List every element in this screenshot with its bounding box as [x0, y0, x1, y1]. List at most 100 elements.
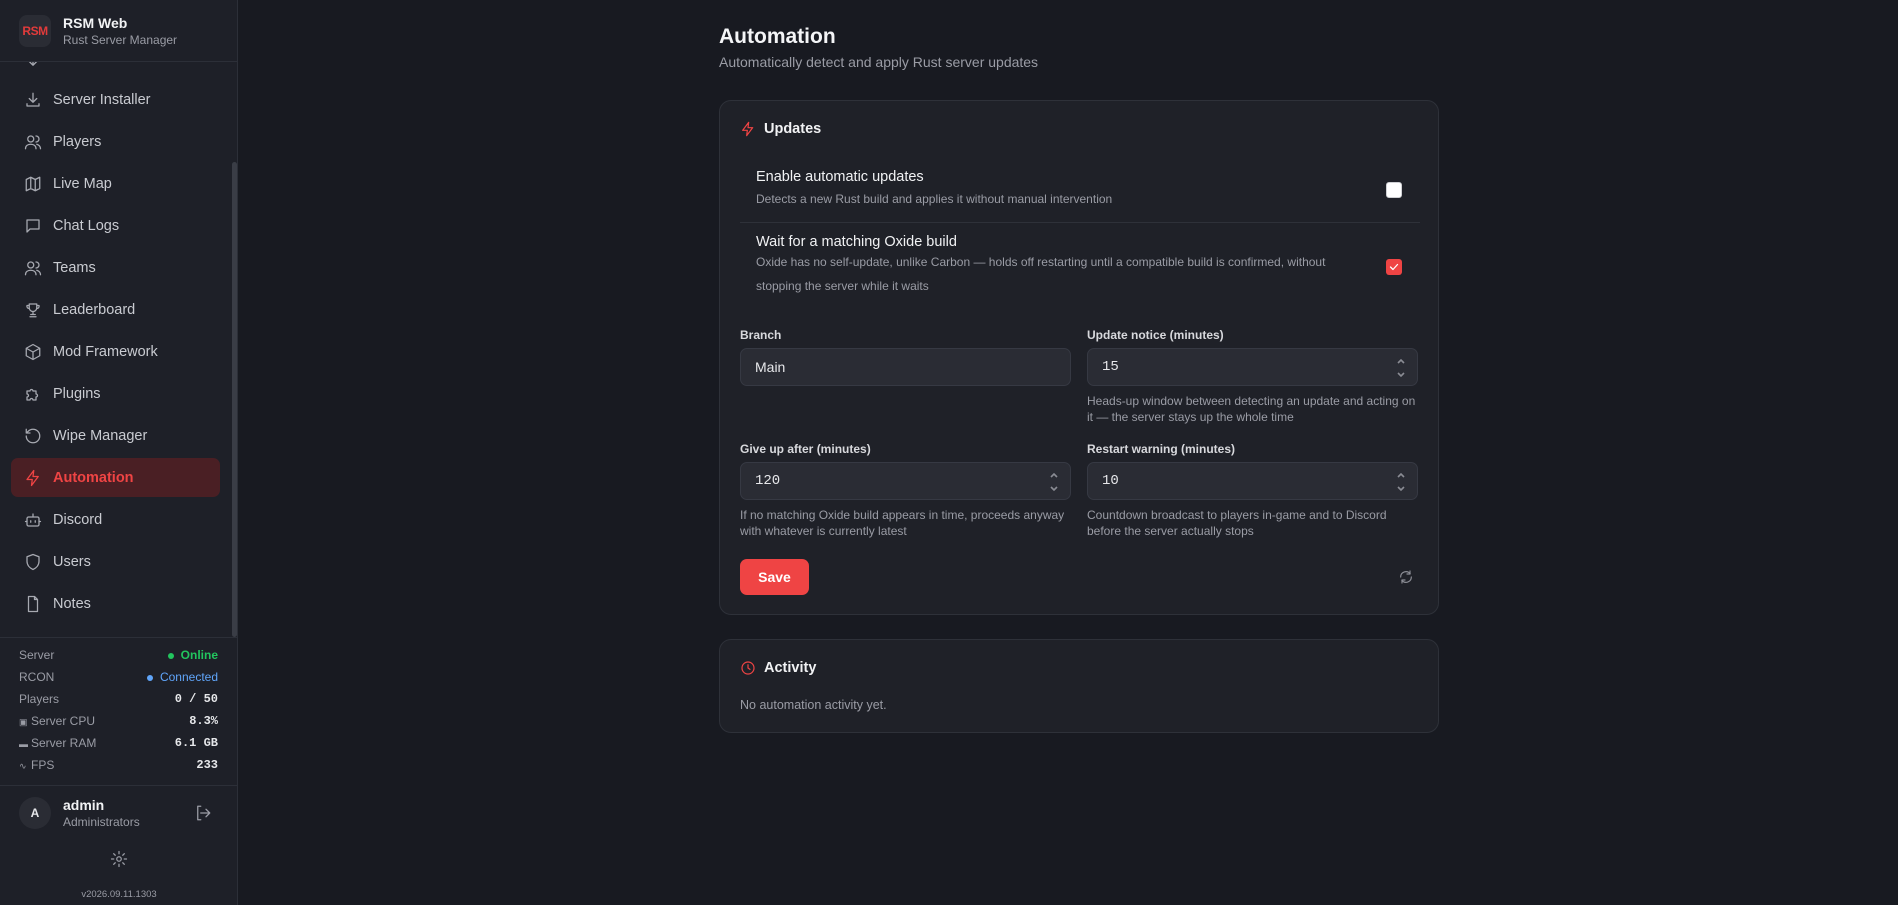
chevron-up-icon — [1397, 358, 1405, 364]
sidebar-item-label: Chat Logs — [53, 217, 120, 234]
sidebar-item-mod-framework[interactable]: Mod Framework — [11, 332, 220, 371]
status-label: ▣ Server CPU — [19, 714, 96, 728]
restart-warning-label: Restart warning (minutes) — [1087, 442, 1236, 456]
sidebar-item-hidden[interactable] — [11, 62, 220, 82]
sidebar-item-players[interactable]: Players — [11, 122, 220, 161]
sidebar-item-label: Live Map — [53, 175, 112, 192]
check-icon — [1389, 263, 1399, 271]
activity-heading: Activity — [740, 660, 816, 676]
sidebar-item-live-map[interactable]: Live Map — [11, 164, 220, 203]
sidebar-item-leaderboard[interactable]: Leaderboard — [11, 290, 220, 329]
number-stepper[interactable] — [1397, 357, 1405, 379]
refresh-button[interactable] — [1398, 569, 1414, 585]
branch-select[interactable]: Main — [740, 348, 1071, 386]
sidebar-item-plugins[interactable]: Plugins — [11, 374, 220, 413]
sidebar-scrollbar[interactable] — [232, 162, 237, 637]
rotate-icon — [25, 428, 41, 443]
divider — [740, 222, 1420, 223]
users-icon — [24, 260, 42, 275]
sidebar-item-teams[interactable]: Teams — [11, 248, 220, 287]
update-notice-label: Update notice (minutes) — [1087, 328, 1224, 342]
sidebar-item-discord[interactable]: Discord — [11, 500, 220, 539]
status-row-cpu: ▣ Server CPU 8.3% — [0, 710, 238, 732]
sidebar-item-label: Users — [53, 553, 91, 570]
sidebar-item-automation[interactable]: Automation — [11, 458, 220, 497]
auto-updates-checkbox[interactable] — [1386, 182, 1402, 198]
update-notice-input[interactable]: 15 — [1087, 348, 1418, 386]
user-role: Administrators — [63, 814, 140, 829]
status-row-ram: ▬ Server RAM 6.1 GB — [0, 732, 238, 754]
oxide-description: Oxide has no self-update, unlike Carbon … — [756, 255, 1326, 293]
trophy-icon — [26, 302, 40, 317]
save-button[interactable]: Save — [740, 559, 809, 595]
app-title: RSM Web — [63, 14, 128, 31]
oxide-checkbox[interactable] — [1386, 259, 1402, 275]
status-label: Players — [19, 692, 60, 706]
give-up-hint: If no matching Oxide build appears in ti… — [740, 508, 1065, 538]
give-up-input[interactable]: 120 — [740, 462, 1071, 500]
server-status-panel: Server Online RCON Connected Players 0 /… — [0, 637, 238, 776]
give-up-label: Give up after (minutes) — [740, 442, 871, 456]
activity-empty-state: No automation activity yet. — [740, 698, 887, 712]
status-label: ∿ FPS — [19, 758, 55, 772]
refresh-icon — [1400, 570, 1412, 584]
bolt-icon — [26, 469, 39, 486]
sidebar-item-label: Mod Framework — [53, 343, 158, 360]
app-version: v2026.09.11.1303 — [81, 889, 157, 900]
sidebar-item-label: Automation — [53, 469, 134, 486]
sidebar-item-wipe-manager[interactable]: Wipe Manager — [11, 416, 220, 455]
avatar: A — [19, 796, 51, 829]
settings-button[interactable] — [110, 850, 128, 868]
status-value: 6.1 GB — [174, 736, 218, 750]
sidebar-item-label: Discord — [53, 511, 103, 528]
status-label: ▬ Server RAM — [19, 736, 97, 750]
status-label: RCON — [19, 670, 55, 684]
restart-warning-input[interactable]: 10 — [1087, 462, 1418, 500]
status-value: 233 — [196, 758, 218, 772]
status-value: 8.3% — [189, 714, 218, 728]
sidebar-nav: Server Installer Players Live Map Chat L… — [0, 62, 232, 634]
bot-icon — [24, 512, 42, 527]
bolt-icon — [742, 121, 754, 137]
sidebar-item-users[interactable]: Users — [11, 542, 220, 581]
partial-icon — [29, 62, 37, 66]
page-title: Automation — [719, 25, 836, 48]
sidebar: RSM RSM Web Rust Server Manager Server I… — [0, 0, 238, 905]
status-label: Server — [19, 648, 55, 662]
chevron-down-icon — [1397, 372, 1405, 378]
branch-label: Branch — [740, 328, 782, 342]
cpu-icon: ▣ — [19, 717, 28, 727]
status-row-rcon: RCON Connected — [0, 666, 238, 688]
chevron-up-icon — [1050, 472, 1058, 478]
status-value: 0 / 50 — [174, 692, 218, 706]
sidebar-item-label: Notes — [53, 595, 91, 612]
update-notice-hint: Heads-up window between detecting an upd… — [1087, 394, 1416, 424]
auto-updates-title: Enable automatic updates — [756, 169, 924, 185]
chat-icon — [26, 218, 40, 233]
auto-updates-row: Enable automatic updates Detects a new R… — [740, 169, 1439, 211]
brand[interactable]: RSM RSM Web Rust Server Manager — [0, 0, 237, 62]
app-subtitle: Rust Server Manager — [63, 32, 178, 47]
number-stepper[interactable] — [1397, 471, 1405, 493]
status-row-fps: ∿ FPS 233 — [0, 754, 238, 776]
sidebar-item-label: Players — [53, 133, 102, 150]
sidebar-item-chat-logs[interactable]: Chat Logs — [11, 206, 220, 245]
sidebar-item-label: Wipe Manager — [53, 427, 148, 444]
download-icon — [26, 92, 40, 107]
status-row-players: Players 0 / 50 — [0, 688, 238, 710]
logout-button[interactable] — [194, 804, 212, 822]
sidebar-item-server-installer[interactable]: Server Installer — [11, 80, 220, 119]
sidebar-item-label: Plugins — [53, 385, 101, 402]
status-badge: Connected — [146, 670, 218, 684]
chevron-down-icon — [1397, 486, 1405, 492]
sidebar-item-notes[interactable]: Notes — [11, 584, 220, 623]
activity-icon: ∿ — [19, 761, 27, 771]
sidebar-item-label: Server Installer — [53, 91, 151, 108]
user-name: admin — [63, 796, 105, 813]
oxide-row: Wait for a matching Oxide build Oxide ha… — [740, 234, 1439, 298]
app-logo: RSM — [19, 14, 51, 47]
page-subtitle: Automatically detect and apply Rust serv… — [719, 54, 1039, 70]
user-panel: A admin Administrators — [0, 785, 238, 839]
box-icon — [25, 343, 41, 360]
number-stepper[interactable] — [1050, 471, 1058, 493]
